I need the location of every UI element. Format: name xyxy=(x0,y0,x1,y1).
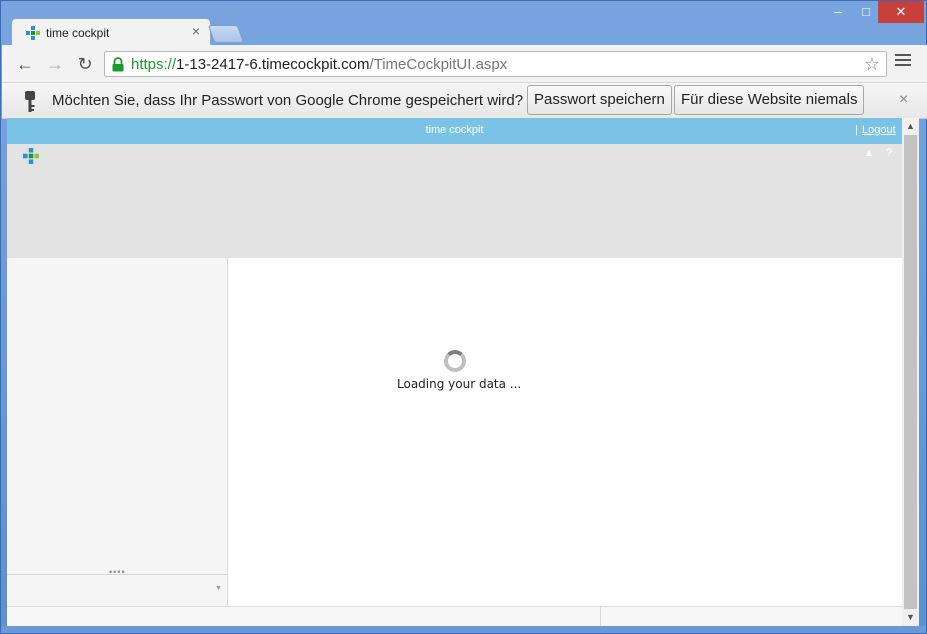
url-path: /TimeCockpitUI.aspx xyxy=(369,56,508,73)
tab-title: time cockpit xyxy=(46,26,110,40)
panel-footer-dropdown[interactable]: ▼ xyxy=(7,574,227,606)
logout-link[interactable]: Logout xyxy=(862,124,896,136)
window-frame-bottom xyxy=(1,626,926,633)
scroll-down-icon[interactable]: ▼ xyxy=(902,609,919,626)
page-content: time cockpit | Logout ▲ ? •••• ▼ Loading… xyxy=(7,118,902,626)
help-icon[interactable]: ? xyxy=(886,147,892,159)
close-window-button[interactable]: ✕ xyxy=(878,1,924,23)
main-content-area: Loading your data ... xyxy=(228,258,902,606)
key-icon xyxy=(25,91,35,112)
collapse-ribbon-icon[interactable]: ▲ xyxy=(864,148,874,159)
tab-close-icon[interactable]: × xyxy=(192,24,200,38)
tab-time-cockpit[interactable]: time cockpit × xyxy=(11,18,211,46)
lock-icon[interactable] xyxy=(111,57,125,72)
minimize-button[interactable]: – xyxy=(824,1,852,23)
infobar-close-icon[interactable]: × xyxy=(899,91,908,109)
scroll-thumb[interactable] xyxy=(904,135,917,609)
menu-icon[interactable] xyxy=(895,54,911,70)
bookmark-star-icon[interactable]: ☆ xyxy=(864,54,880,74)
chevron-down-icon[interactable]: ▼ xyxy=(215,585,222,592)
ribbon-area: ▲ ? xyxy=(7,144,902,258)
url-scheme: https:// xyxy=(131,56,177,73)
tab-strip: time cockpit × – □ ✕ xyxy=(1,1,926,46)
status-divider xyxy=(600,607,601,626)
browser-toolbar: ← → ↻ https://1-13-2417-6.timecockpit.co… xyxy=(2,45,927,83)
reload-button[interactable]: ↻ xyxy=(74,53,96,75)
save-password-button[interactable]: Passwort speichern xyxy=(527,85,672,115)
never-for-site-button[interactable]: Für diese Website niemals xyxy=(674,85,865,115)
loading-message: Loading your data ... xyxy=(397,377,522,391)
app-title: time cockpit xyxy=(425,124,484,136)
spinner-icon xyxy=(444,350,466,372)
new-tab-button[interactable] xyxy=(207,25,245,43)
scroll-up-icon[interactable]: ▲ xyxy=(902,118,919,135)
header-separator: | xyxy=(855,124,858,136)
time-cockpit-logo-icon xyxy=(26,26,40,40)
forward-button[interactable]: → xyxy=(44,53,66,75)
back-button[interactable]: ← xyxy=(14,53,36,75)
time-cockpit-logo-icon[interactable] xyxy=(23,148,39,164)
infobar-message: Möchten Sie, dass Ihr Passwort von Googl… xyxy=(52,92,524,109)
app-header-bar: time cockpit | Logout xyxy=(7,118,902,144)
vertical-scrollbar[interactable]: ▲ ▼ xyxy=(902,118,919,626)
url-host: 1-13-2417-6.timecockpit.com xyxy=(176,56,370,73)
navigation-panel: •••• ▼ xyxy=(7,258,228,606)
url-text[interactable]: https://1-13-2417-6.timecockpit.com/Time… xyxy=(131,56,507,73)
maximize-button[interactable]: □ xyxy=(852,1,880,23)
password-infobar: Möchten Sie, dass Ihr Passwort von Googl… xyxy=(2,83,927,119)
address-bar[interactable]: https://1-13-2417-6.timecockpit.com/Time… xyxy=(104,51,887,77)
status-bar xyxy=(7,606,902,626)
